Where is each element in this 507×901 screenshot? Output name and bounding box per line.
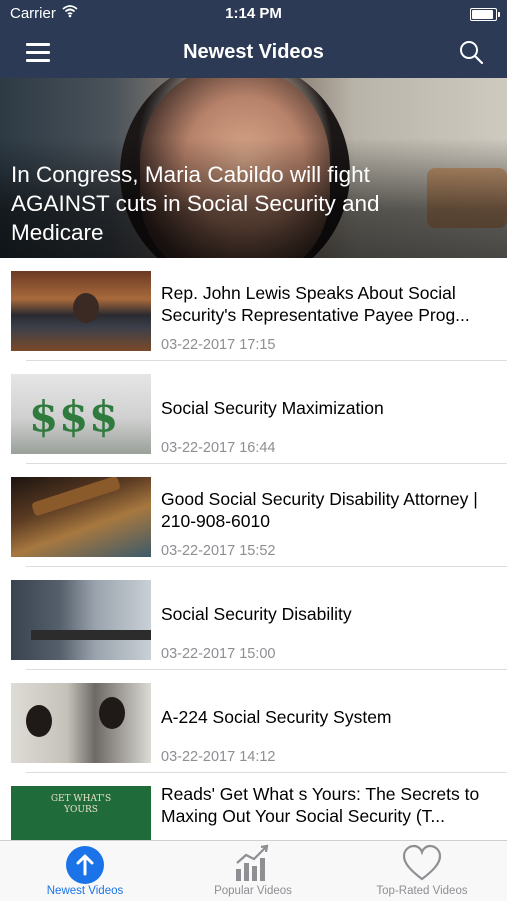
video-date: 03-22-2017 15:00	[161, 646, 276, 662]
video-list-item[interactable]: A-224 Social Security System 03-22-2017 …	[0, 670, 507, 773]
video-list-item[interactable]: Good Social Security Disability Attorney…	[0, 464, 507, 567]
video-thumbnail[interactable]	[11, 683, 151, 763]
tab-label: Newest Videos	[46, 885, 124, 897]
tab-bar: Newest Videos Popular Videos Top-Rated V…	[0, 840, 507, 901]
featured-video-title[interactable]: In Congress, Maria Cabildo will fight AG…	[11, 160, 447, 247]
video-thumbnail[interactable]	[11, 580, 151, 660]
video-list-item[interactable]: Social Security Disability 03-22-2017 15…	[0, 567, 507, 670]
video-list-item[interactable]: Rep. John Lewis Speaks About Social Secu…	[0, 258, 507, 361]
video-thumbnail[interactable]	[11, 477, 151, 557]
video-title[interactable]: Rep. John Lewis Speaks About Social Secu…	[161, 282, 497, 326]
status-time: 1:14 PM	[225, 5, 282, 22]
featured-video[interactable]: In Congress, Maria Cabildo will fight AG…	[0, 78, 507, 258]
video-date: 03-22-2017 15:52	[161, 543, 276, 559]
video-date: 03-22-2017 14:12	[161, 749, 276, 765]
video-list: Rep. John Lewis Speaks About Social Secu…	[0, 258, 507, 876]
video-title[interactable]: Reads' Get What s Yours: The Secrets to …	[161, 783, 497, 827]
video-list-item[interactable]: $ $ $ Social Security Maximization 03-22-2…	[0, 361, 507, 464]
tab-label: Popular Videos	[214, 885, 292, 897]
battery-icon	[470, 8, 500, 21]
video-title[interactable]: Social Security Maximization	[161, 397, 497, 419]
tab-newest-videos[interactable]: Newest Videos	[20, 841, 150, 901]
tab-top-rated-videos[interactable]: Top-Rated Videos	[357, 841, 487, 901]
video-thumbnail[interactable]	[11, 271, 151, 351]
tab-popular-videos[interactable]: Popular Videos	[188, 841, 318, 901]
search-icon[interactable]	[459, 40, 485, 66]
video-title[interactable]: Good Social Security Disability Attorney…	[161, 488, 497, 532]
video-thumbnail[interactable]: $ $ $	[11, 374, 151, 454]
trending-chart-icon	[236, 844, 269, 881]
video-title[interactable]: A-224 Social Security System	[161, 706, 497, 728]
video-title[interactable]: Social Security Disability	[161, 603, 497, 625]
video-date: 03-22-2017 16:44	[161, 440, 276, 456]
arrow-up-circle-icon	[66, 846, 104, 884]
tab-label: Top-Rated Videos	[376, 885, 468, 897]
heart-icon	[402, 844, 442, 881]
video-date: 03-22-2017 17:15	[161, 337, 276, 353]
status-bar: Carrier 1:14 PM	[0, 0, 507, 28]
navigation-bar: Newest Videos	[0, 28, 507, 78]
page-title: Newest Videos	[183, 41, 324, 63]
